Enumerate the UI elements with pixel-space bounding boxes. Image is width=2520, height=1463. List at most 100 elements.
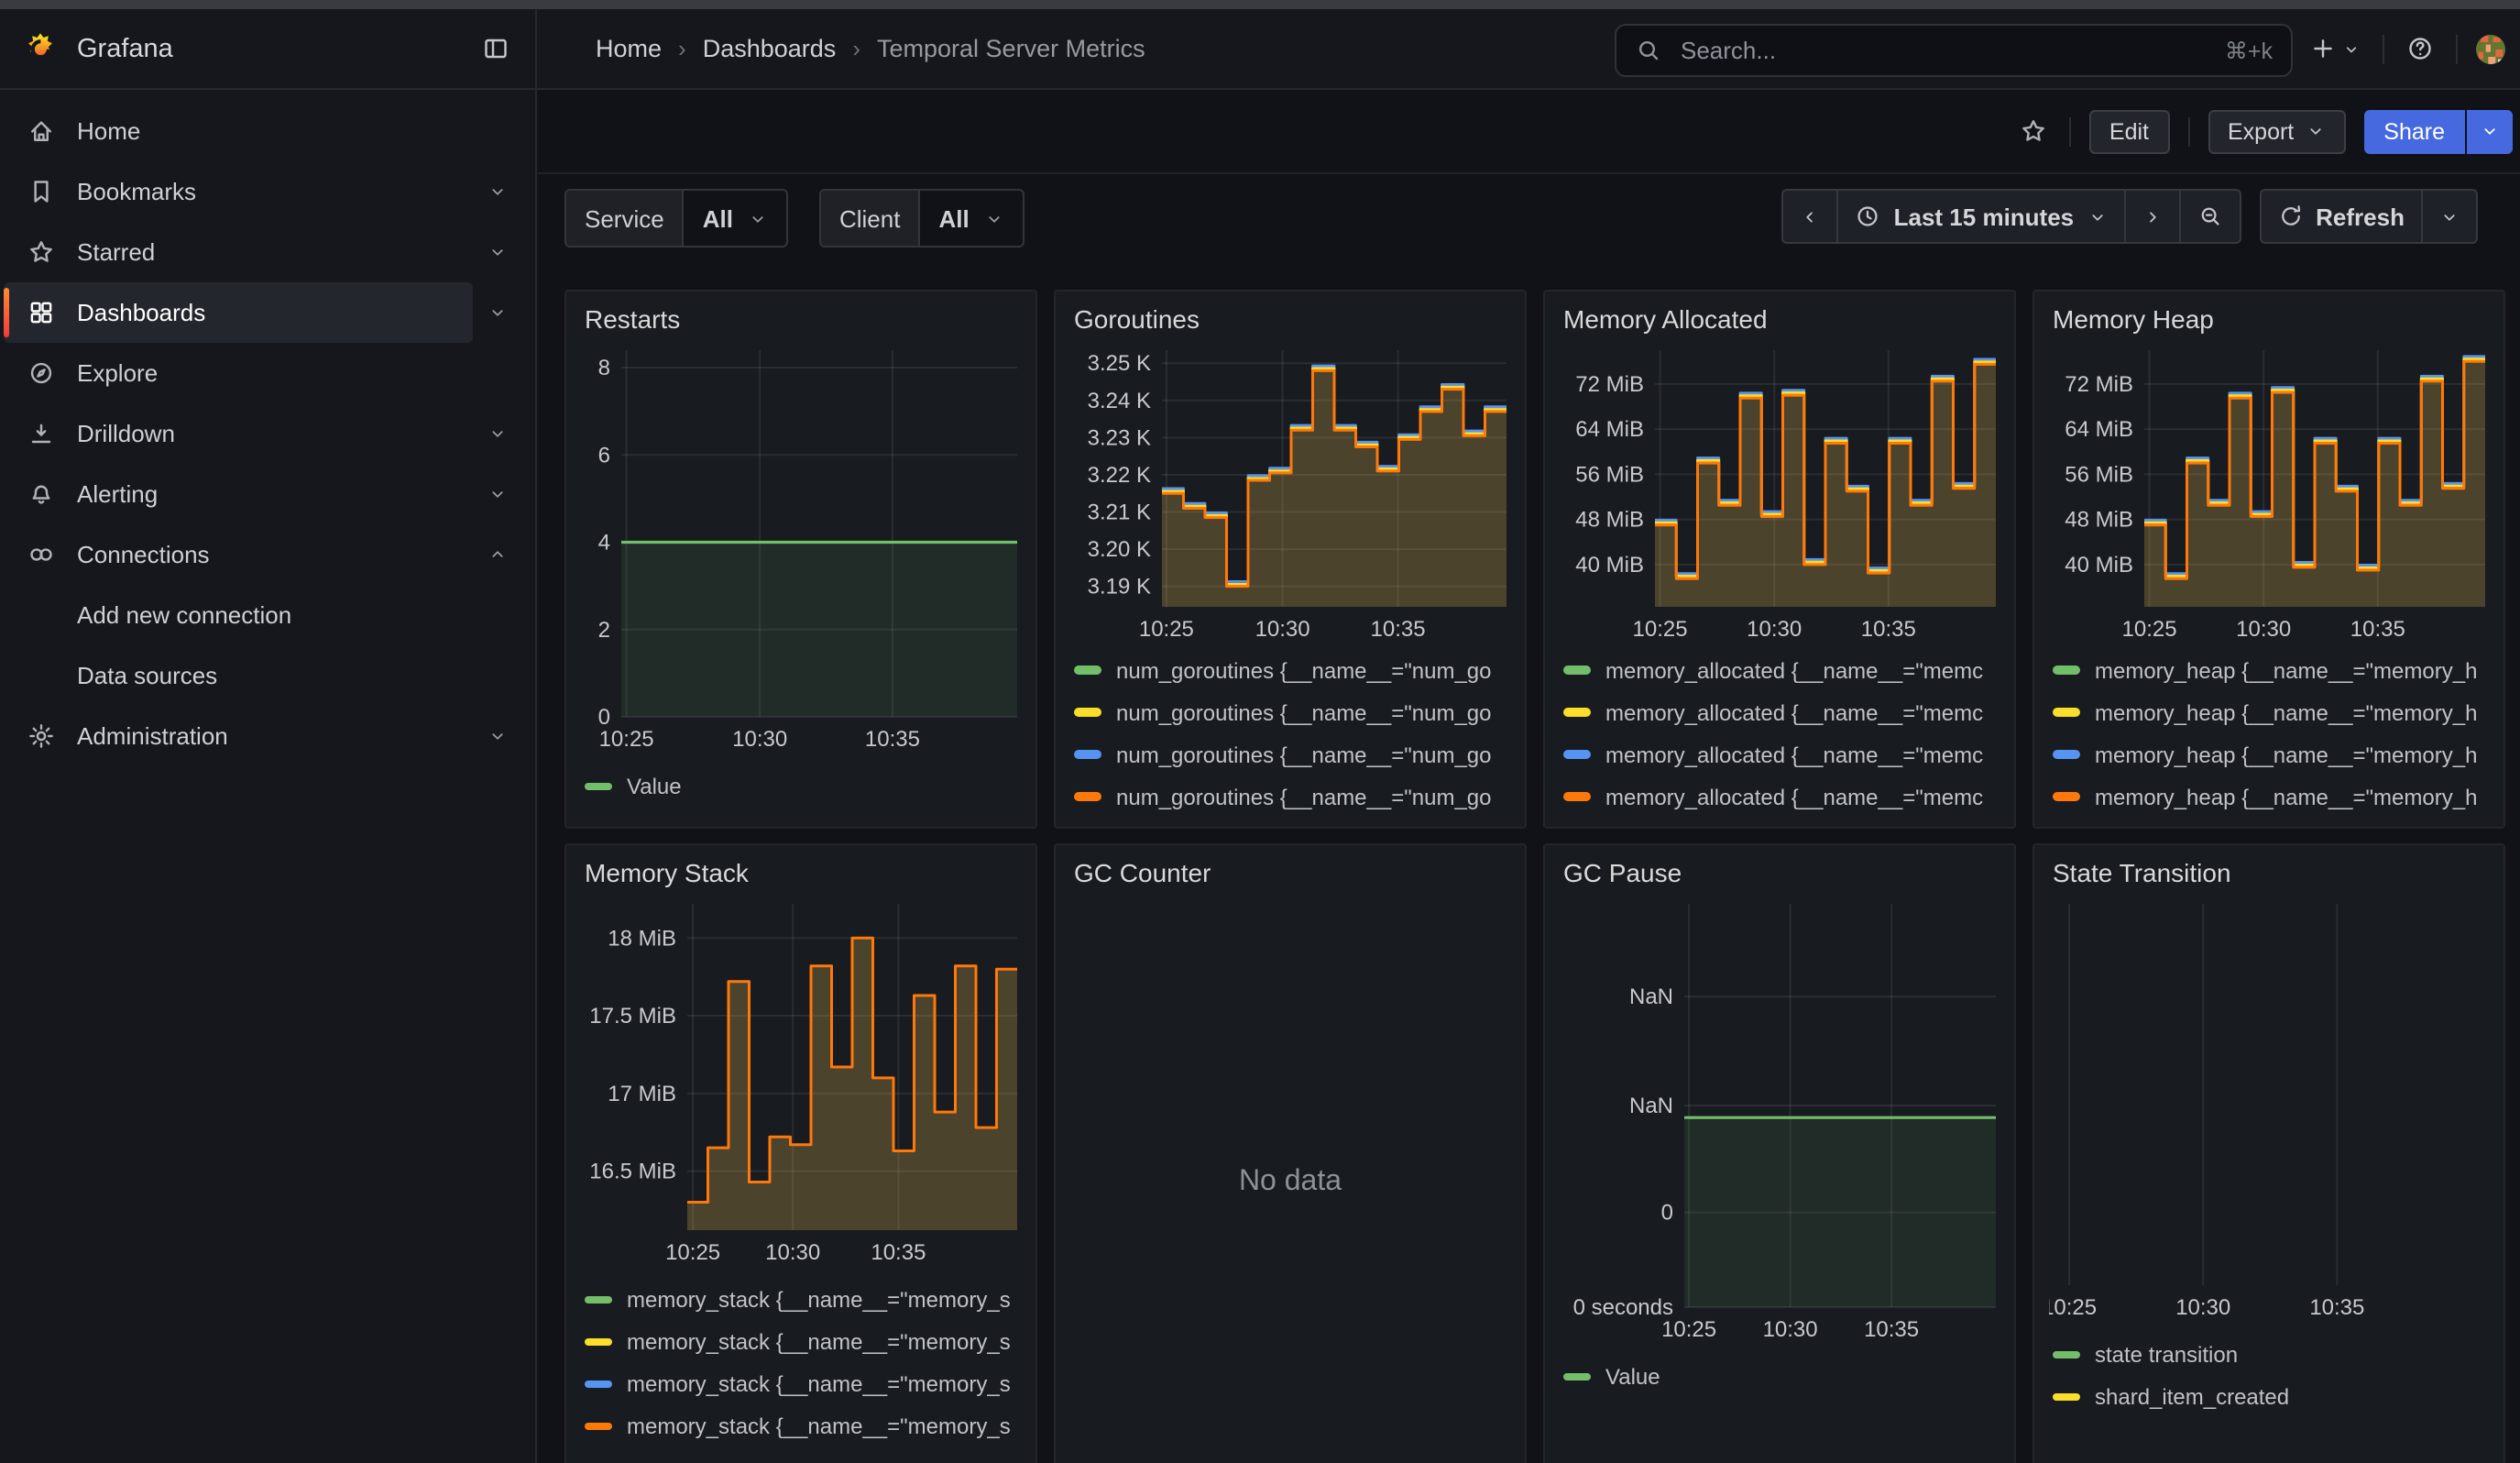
legend-item[interactable]: memory_allocated {__name__="memc (1563, 652, 1996, 688)
sidebar-row: Starred (0, 222, 535, 282)
panel-title[interactable]: Goroutines (1056, 292, 1525, 336)
time-range-button[interactable]: Last 15 minutes (1837, 189, 2124, 244)
help-button[interactable] (2403, 31, 2438, 66)
refresh-interval-button[interactable] (2421, 189, 2478, 244)
legend: memory_allocated {__name__="memc memory_a… (1545, 644, 2014, 827)
sidebar-item-label: Starred (77, 238, 155, 266)
panel-title[interactable]: Restarts (566, 292, 1035, 336)
breadcrumb-item[interactable]: Home (596, 35, 662, 62)
sidebar-item-bookmarks[interactable]: Bookmarks (4, 161, 473, 222)
grafana-logo-icon[interactable] (22, 30, 59, 67)
legend-swatch (585, 1423, 612, 1431)
legend-item[interactable]: Value (585, 768, 1017, 805)
legend-item[interactable]: state transition (2053, 1336, 2485, 1373)
compass-icon (27, 359, 55, 387)
panel-title[interactable]: State Transition (2034, 845, 2504, 889)
svg-text:10:25: 10:25 (1139, 617, 1194, 642)
svg-text:10:35: 10:35 (1864, 1317, 1919, 1342)
legend-item[interactable]: memory_allocated {__name__="memc (1563, 778, 1996, 815)
legend-item[interactable]: num_goroutines {__name__="num_go (1074, 736, 1507, 773)
chart-goroutines: 3.25 K3.24 K3.23 K3.22 K3.21 K3.20 K3.19… (1070, 339, 1514, 644)
sidebar-item-add-new-connection[interactable]: Add new connection (4, 585, 473, 645)
client-filter: Client All (819, 189, 1024, 248)
time-shift-forward-button[interactable] (2123, 189, 2178, 244)
legend-item[interactable]: memory_stack {__name__="memory_s (585, 1408, 1017, 1445)
divider (2383, 34, 2384, 63)
service-filter-value[interactable]: All (685, 191, 786, 246)
legend-item[interactable]: num_goroutines {__name__="num_go (1074, 778, 1507, 815)
header-actions (2306, 9, 2505, 88)
svg-text:10:25: 10:25 (665, 1240, 720, 1265)
chevron-down-icon (2342, 39, 2361, 58)
client-filter-value[interactable]: All (920, 191, 1022, 246)
legend-item[interactable]: num_goroutines {__name__="num_go (1074, 694, 1507, 731)
sidebar-toggle-button[interactable] (478, 9, 513, 88)
sidebar-item-home[interactable]: Home (4, 101, 473, 161)
svg-text:10:25: 10:25 (2049, 1295, 2097, 1320)
edit-button[interactable]: Edit (2089, 109, 2169, 153)
chevron-down-icon[interactable] (473, 242, 520, 262)
legend-item[interactable]: Value (1563, 1358, 1996, 1395)
header-brand-section: Grafana (0, 9, 537, 88)
chevron-down-icon[interactable] (473, 726, 520, 746)
avatar[interactable] (2476, 34, 2505, 63)
legend-item[interactable]: memory_stack {__name__="memory_s (585, 1366, 1017, 1402)
sidebar-item-administration[interactable]: Administration (4, 706, 473, 766)
breadcrumb-item[interactable]: Dashboards (703, 35, 837, 62)
export-button[interactable]: Export (2208, 109, 2345, 153)
chevron-down-icon[interactable] (473, 182, 520, 202)
chevron-down-icon[interactable] (473, 302, 520, 323)
star-dashboard-button[interactable] (2016, 114, 2051, 148)
legend-item[interactable]: memory_heap {__name__="memory_h (2053, 736, 2485, 773)
panel-title[interactable]: GC Counter (1056, 845, 1525, 889)
no-data-message: No data (1056, 889, 1525, 1463)
legend-item[interactable]: memory_allocated {__name__="memc (1563, 736, 1996, 773)
search-box[interactable]: ⌘+k (1615, 24, 2293, 77)
panel-title[interactable]: Memory Stack (566, 845, 1035, 889)
legend-swatch (1563, 1373, 1591, 1381)
legend-item[interactable]: num_goroutines {__name__="num_go (1074, 652, 1507, 688)
legend-item[interactable]: memory_heap {__name__="memory_h (2053, 778, 2485, 815)
search-input[interactable] (1677, 35, 2210, 66)
legend-item[interactable]: memory_heap {__name__="memory_h (2053, 652, 2485, 688)
sidebar-item-label: Explore (77, 359, 158, 387)
panel-memory-allocated: Memory Allocated72 MiB64 MiB56 MiB48 MiB… (1543, 290, 2016, 829)
legend-item[interactable]: memory_stack {__name__="memory_s (585, 1324, 1017, 1360)
refresh-button[interactable]: Refresh (2259, 189, 2421, 244)
legend-item[interactable]: memory_stack {__name__="memory_s (585, 1282, 1017, 1318)
svg-text:10:35: 10:35 (2309, 1295, 2364, 1320)
chevron-down-icon[interactable] (473, 424, 520, 444)
svg-text:3.23 K: 3.23 K (1088, 425, 1151, 450)
add-button[interactable] (2306, 31, 2364, 66)
chevron-down-icon[interactable] (473, 484, 520, 504)
zoom-out-icon (2197, 204, 2222, 229)
panel-title[interactable]: Memory Heap (2034, 292, 2504, 336)
svg-text:10:30: 10:30 (2175, 1295, 2230, 1320)
svg-text:56 MiB: 56 MiB (1575, 462, 1644, 487)
legend: state transition shard_item_created (2034, 1329, 2504, 1428)
legend-item[interactable]: memory_allocated {__name__="memc (1563, 694, 1996, 731)
legend-item[interactable]: shard_item_created (2053, 1379, 2485, 1415)
share-split-button: Share (2363, 109, 2513, 153)
legend-item[interactable]: memory_heap {__name__="memory_h (2053, 694, 2485, 731)
sidebar-row: Dashboards (0, 282, 535, 343)
chevron-left-icon (1801, 206, 1821, 226)
sidebar-item-explore[interactable]: Explore (4, 343, 473, 403)
sidebar-row: Bookmarks (0, 161, 535, 222)
sidebar-row: Alerting (0, 464, 535, 524)
sidebar-item-connections[interactable]: Connections (4, 524, 473, 585)
share-menu-button[interactable] (2467, 109, 2513, 153)
home-icon (27, 117, 55, 145)
sidebar-item-alerting[interactable]: Alerting (4, 464, 473, 524)
time-shift-back-button[interactable] (1782, 189, 1837, 244)
sidebar-item-starred[interactable]: Starred (4, 222, 473, 282)
sidebar-item-drilldown[interactable]: Drilldown (4, 403, 473, 464)
chevron-up-icon[interactable] (473, 544, 520, 565)
panel-memory-heap: Memory Heap72 MiB64 MiB56 MiB48 MiB40 Mi… (2032, 290, 2505, 829)
sidebar-item-dashboards[interactable]: Dashboards (4, 282, 473, 343)
zoom-out-button[interactable] (2178, 189, 2241, 244)
panel-title[interactable]: GC Pause (1545, 845, 2014, 889)
sidebar-item-data-sources[interactable]: Data sources (4, 645, 473, 706)
share-button[interactable]: Share (2363, 109, 2465, 153)
panel-title[interactable]: Memory Allocated (1545, 292, 2014, 336)
